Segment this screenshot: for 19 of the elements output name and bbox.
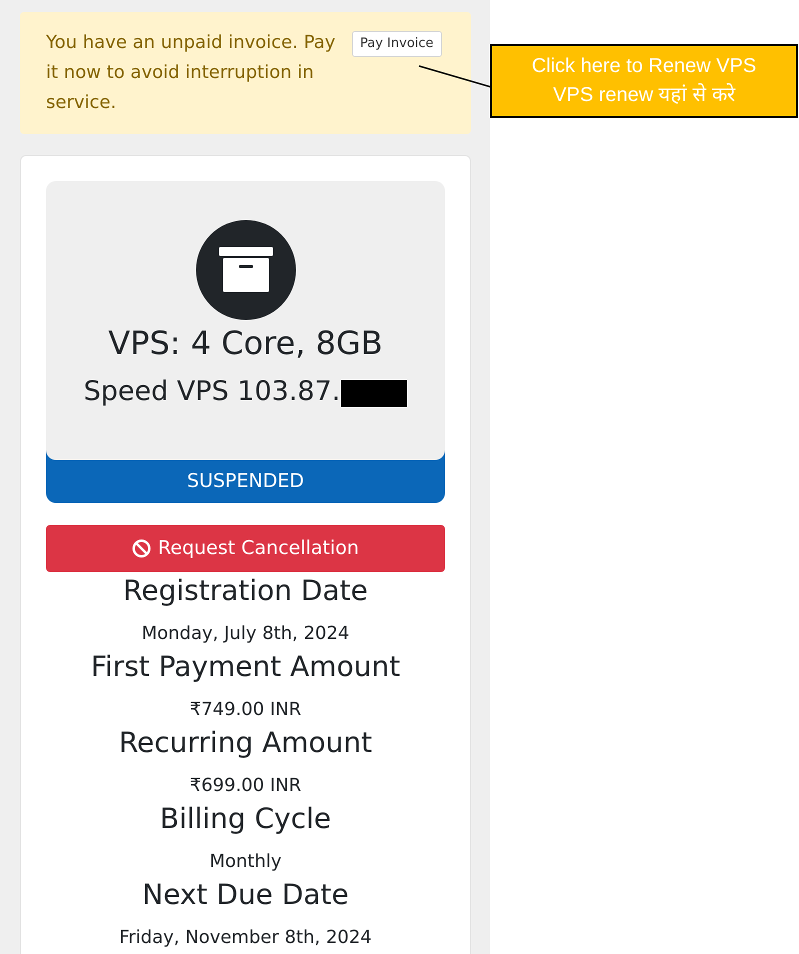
product-subtitle: Speed VPS 103.87. (84, 376, 340, 408)
archive-box-icon (196, 220, 296, 320)
detail-value: ₹749.00 INR (188, 698, 302, 722)
pay-invoice-button[interactable]: Pay Invoice (352, 31, 442, 57)
detail-value: Monday, July 8th, 2024 (140, 622, 350, 646)
detail-value: ₹699.00 INR (188, 774, 302, 798)
callout-text: Click here to Renew VPS (530, 54, 758, 79)
detail-label: Recurring Amount (118, 726, 374, 760)
detail-value: Friday, November 8th, 2024 (118, 926, 373, 950)
detail-label: Registration Date (122, 574, 369, 608)
detail-label: First Payment Amount (90, 650, 402, 684)
ban-icon (132, 539, 152, 558)
detail-label: Next Due Date (141, 878, 350, 912)
alert-message: You have an unpaid invoice. Pay it now to avoid interruption in service. (46, 31, 336, 115)
detail-label: Billing Cycle (158, 802, 332, 836)
product-title: VPS: 4 Core, 8GB (107, 324, 384, 362)
request-cancellation-button[interactable]: Request Cancellation (46, 525, 445, 572)
callout-text: VPS renew यहां से करे (552, 82, 736, 108)
detail-value: Monthly (208, 850, 283, 874)
